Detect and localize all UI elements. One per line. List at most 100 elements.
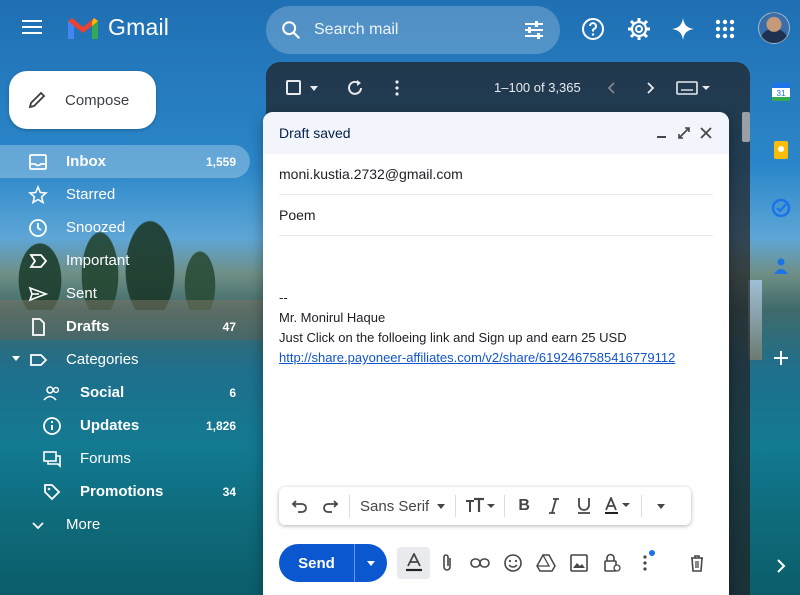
settings-gear-icon[interactable]: [626, 16, 652, 42]
sidebar-item-forums[interactable]: Forums: [0, 442, 250, 475]
text-color-icon[interactable]: [599, 493, 637, 519]
clock-icon: [29, 218, 47, 237]
add-addon-icon[interactable]: [771, 348, 791, 368]
search-options-icon[interactable]: [522, 18, 546, 42]
gmail-logo[interactable]: Gmail: [66, 14, 169, 41]
select-all-checkbox[interactable]: [286, 80, 301, 95]
minimize-icon[interactable]: [655, 126, 669, 140]
sidebar-item-starred[interactable]: Starred: [0, 178, 250, 211]
search-icon[interactable]: [280, 19, 302, 41]
body-line: Just Click on the folloeing link and Sig…: [279, 330, 627, 345]
sidebar-item-label: Important: [66, 252, 130, 269]
label-icon: [30, 353, 48, 366]
unread-count: 1,559: [205, 154, 236, 169]
search-bar[interactable]: [266, 6, 560, 54]
prev-page-icon[interactable]: [602, 78, 622, 98]
next-page-icon[interactable]: [640, 78, 660, 98]
formatting-options-icon[interactable]: [397, 547, 430, 579]
main-menu-button[interactable]: [22, 16, 52, 44]
more-formatting-icon[interactable]: [646, 493, 676, 519]
svg-text:31: 31: [777, 89, 786, 98]
keep-icon[interactable]: [771, 140, 791, 160]
underline-icon[interactable]: [569, 493, 599, 519]
top-bar: Gmail: [0, 0, 800, 60]
sidebar-item-sent[interactable]: Sent: [0, 277, 250, 310]
pagination-text: 1–100 of 3,365: [494, 80, 581, 95]
input-tools-keyboard-icon[interactable]: [676, 79, 710, 97]
search-input[interactable]: [314, 21, 522, 39]
chevron-down-icon: [32, 521, 44, 529]
sidebar-item-snoozed[interactable]: Snoozed: [0, 211, 250, 244]
draft-icon: [32, 317, 45, 336]
toolbar-divider: [455, 495, 457, 517]
gemini-sparkle-icon[interactable]: [670, 16, 696, 42]
undo-icon[interactable]: [285, 493, 315, 519]
compose-window: Draft saved moni.kustia.2732@gmail.com P…: [263, 112, 729, 595]
social-count: 6: [229, 385, 236, 400]
message-body[interactable]: -- Mr. Monirul Haque Just Click on the f…: [279, 288, 713, 368]
font-family-select[interactable]: Sans Serif: [354, 498, 451, 515]
sidebar-item-social[interactable]: Social 6: [0, 376, 250, 409]
info-icon: [43, 416, 61, 435]
more-options-icon[interactable]: [628, 547, 661, 579]
gmail-m-icon: [68, 17, 98, 39]
compose-button[interactable]: Compose: [9, 71, 156, 129]
sidebar-item-label: Updates: [80, 417, 140, 434]
sidebar-item-inbox[interactable]: Inbox 1,559: [0, 145, 250, 178]
draft-count: 47: [222, 319, 236, 334]
more-vert-icon[interactable]: [388, 79, 406, 97]
italic-icon[interactable]: [539, 493, 569, 519]
signature-separator: --: [279, 290, 288, 305]
discard-draft-trash-icon[interactable]: [680, 547, 713, 579]
to-field[interactable]: moni.kustia.2732@gmail.com: [279, 154, 713, 195]
bold-icon[interactable]: B: [509, 493, 539, 519]
select-options-caret-icon[interactable]: [310, 86, 318, 91]
close-icon[interactable]: [699, 126, 713, 140]
subject-field[interactable]: Poem: [279, 195, 713, 236]
redo-icon[interactable]: [315, 493, 345, 519]
insert-emoji-icon[interactable]: [496, 547, 529, 579]
insert-link-icon[interactable]: [463, 547, 496, 579]
expand-caret-icon[interactable]: [12, 356, 20, 361]
insert-photo-icon[interactable]: [562, 547, 595, 579]
signature-name: Mr. Monirul Haque: [279, 310, 386, 325]
schedule-send-button[interactable]: [354, 544, 387, 582]
confidential-mode-icon[interactable]: [595, 547, 628, 579]
apps-grid-icon[interactable]: [712, 16, 738, 42]
caret-down-icon: [367, 560, 375, 566]
toolbar-divider: [641, 495, 643, 517]
sidebar-item-important[interactable]: Important: [0, 244, 250, 277]
google-drive-icon[interactable]: [529, 547, 562, 579]
sidebar-item-drafts[interactable]: Drafts 47: [0, 310, 250, 343]
forum-icon: [43, 450, 61, 468]
expand-panel-chevron-icon[interactable]: [771, 556, 791, 576]
sidebar-item-more[interactable]: More: [0, 508, 250, 541]
sidebar-item-label: More: [66, 516, 101, 533]
sidebar-item-updates[interactable]: Updates 1,826: [0, 409, 250, 442]
account-avatar[interactable]: [758, 12, 790, 44]
refresh-icon[interactable]: [346, 79, 364, 97]
send-button[interactable]: Send: [279, 544, 354, 582]
attach-file-icon[interactable]: [430, 547, 463, 579]
tasks-icon[interactable]: [771, 198, 791, 218]
affiliate-link[interactable]: http://share.payoneer-affiliates.com/v2/…: [279, 350, 675, 365]
contacts-icon[interactable]: [771, 256, 791, 276]
compose-bottom-bar: Send: [279, 544, 713, 582]
compose-header: Draft saved: [263, 112, 729, 154]
sidebar-item-categories[interactable]: Categories: [0, 343, 250, 376]
sidebar-item-label: Snoozed: [66, 219, 126, 236]
list-toolbar: 1–100 of 3,365: [266, 62, 750, 114]
toolbar-divider: [349, 495, 350, 517]
sidebar-item-promotions[interactable]: Promotions 34: [0, 475, 250, 508]
promotions-count: 34: [222, 484, 236, 499]
recipient-email: moni.kustia.2732@gmail.com: [279, 166, 463, 182]
people-icon: [43, 385, 60, 401]
fullscreen-icon[interactable]: [677, 126, 691, 140]
font-size-icon[interactable]: [460, 493, 500, 519]
star-icon: [28, 184, 48, 204]
calendar-icon[interactable]: 31: [771, 82, 791, 102]
help-icon[interactable]: [580, 16, 606, 42]
background-scenery: [748, 280, 762, 360]
sidebar-item-label: Categories: [66, 351, 139, 368]
list-scrollbar[interactable]: [742, 112, 750, 142]
